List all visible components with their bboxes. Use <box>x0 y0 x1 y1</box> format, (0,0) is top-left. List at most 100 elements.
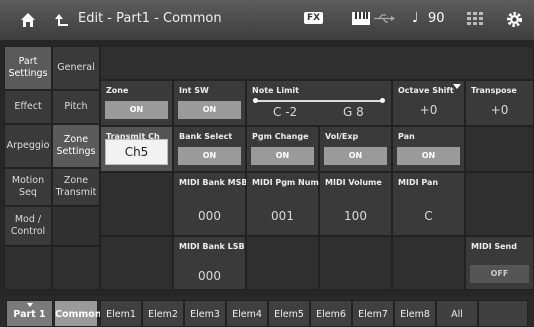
grid-empty <box>100 172 173 236</box>
elem-label: Elem2 <box>148 309 178 320</box>
tab-common[interactable]: Common <box>54 300 102 327</box>
note-limit-low[interactable]: C -2 <box>273 105 297 119</box>
param-label: MIDI Bank LSB <box>179 242 245 251</box>
elem-label: Elem7 <box>358 309 388 320</box>
tab-elem3[interactable]: Elem3 <box>184 300 226 327</box>
bank-select-param[interactable]: Bank Select ON <box>173 126 246 172</box>
gear-icon[interactable] <box>506 11 523 28</box>
octave-shift-param[interactable]: Octave Shift +0 <box>392 80 465 126</box>
midi-pgm-num-value[interactable]: 001 <box>247 205 318 227</box>
grid-empty <box>100 236 173 290</box>
param-label: Pgm Change <box>252 132 309 141</box>
note-limit-slider[interactable] <box>253 98 385 103</box>
int-sw-toggle[interactable]: ON <box>178 101 241 119</box>
elem-label: Elem4 <box>232 309 262 320</box>
param-label: Octave Shift <box>398 86 454 95</box>
tab-elem7[interactable]: Elem7 <box>352 300 394 327</box>
grid-empty <box>246 236 319 290</box>
note-limit-param[interactable]: Note Limit C -2 G 8 <box>246 80 392 126</box>
tab-elem4[interactable]: Elem4 <box>226 300 268 327</box>
part-label: Part 1 <box>13 309 46 320</box>
transpose-param[interactable]: Transpose +0 <box>465 80 534 126</box>
tab-empty <box>478 300 528 327</box>
param-label: MIDI Volume <box>325 178 382 187</box>
bank-select-toggle[interactable]: ON <box>178 147 241 165</box>
midi-pan-param[interactable]: MIDI Pan C <box>392 172 465 236</box>
top-bar: Edit - Part1 - Common FX ♩ 90 <box>0 0 534 40</box>
elem-label: All <box>451 309 463 320</box>
nav-empty <box>52 246 100 290</box>
tab-elem1[interactable]: Elem1 <box>100 300 142 327</box>
nav-empty <box>52 206 100 246</box>
note-limit-high[interactable]: G 8 <box>343 105 364 119</box>
tab-elem2[interactable]: Elem2 <box>142 300 184 327</box>
param-label: Pan <box>398 132 415 141</box>
param-label: MIDI Bank MSB <box>179 178 248 187</box>
tempo-value[interactable]: 90 <box>428 11 445 26</box>
grid-spacer <box>100 46 534 80</box>
fx-indicator[interactable]: FX <box>304 12 324 24</box>
grid-empty <box>465 126 534 172</box>
elem-label: Elem1 <box>106 309 136 320</box>
tab-elem8[interactable]: Elem8 <box>394 300 436 327</box>
midi-volume-param[interactable]: MIDI Volume 100 <box>319 172 392 236</box>
nav-effect[interactable]: Effect <box>4 90 52 124</box>
quick-access-grid-icon[interactable] <box>467 12 483 26</box>
pan-toggle[interactable]: ON <box>397 147 460 165</box>
param-label: Int SW <box>179 86 209 95</box>
tab-elem5[interactable]: Elem5 <box>268 300 310 327</box>
nav-general[interactable]: General <box>52 46 100 90</box>
midi-volume-value[interactable]: 100 <box>320 205 391 227</box>
home-icon[interactable] <box>19 11 37 29</box>
midi-bank-lsb-param[interactable]: MIDI Bank LSB 000 <box>173 236 246 290</box>
nav-pitch[interactable]: Pitch <box>52 90 100 124</box>
midi-bank-lsb-value[interactable]: 000 <box>174 265 245 287</box>
tab-all[interactable]: All <box>436 300 478 327</box>
transpose-value[interactable]: +0 <box>466 99 533 121</box>
octave-shift-value[interactable]: +0 <box>393 99 464 121</box>
keyboard-icon[interactable] <box>352 12 370 25</box>
nav-zone-settings[interactable]: Zone Settings <box>52 124 100 168</box>
nav-label: Zone Settings <box>56 134 96 157</box>
nav-arpeggio[interactable]: Arpeggio <box>4 124 52 168</box>
nav-motion-seq[interactable]: Motion Seq <box>4 168 52 206</box>
param-label: Zone <box>106 86 129 95</box>
vol-exp-param[interactable]: Vol/Exp ON <box>319 126 392 172</box>
midi-bank-msb-value[interactable]: 000 <box>174 205 245 227</box>
nav-empty <box>4 246 52 290</box>
screen-title: Edit - Part1 - Common <box>78 11 222 26</box>
zone-toggle[interactable]: ON <box>105 101 168 119</box>
midi-bank-msb-param[interactable]: MIDI Bank MSB 000 <box>173 172 248 236</box>
part-select-tab[interactable]: Part 1 <box>6 300 53 327</box>
nav-label: Pitch <box>64 101 88 112</box>
chevron-down-icon <box>453 84 461 89</box>
midi-send-toggle[interactable]: OFF <box>470 265 529 283</box>
parameter-grid: Zone ON Int SW ON Note Limit C -2 G 8 Oc… <box>100 46 534 290</box>
vol-exp-toggle[interactable]: ON <box>324 147 387 165</box>
back-icon[interactable] <box>54 12 70 28</box>
midi-pgm-num-param[interactable]: MIDI Pgm Num 001 <box>246 172 319 236</box>
elem-label: Elem6 <box>316 309 346 320</box>
nav-part-settings[interactable]: Part Settings <box>4 46 52 90</box>
param-label: Vol/Exp <box>325 132 359 141</box>
nav-label: General <box>57 62 95 73</box>
edit-screen: Edit - Part1 - Common FX ♩ 90 Part Setti… <box>0 0 534 327</box>
grid-empty <box>465 172 534 236</box>
nav-zone-transmit[interactable]: Zone Transmit <box>52 168 100 206</box>
nav-label: Motion Seq <box>11 175 45 198</box>
param-label: Transpose <box>471 86 517 95</box>
midi-send-param[interactable]: MIDI Send OFF <box>465 236 534 290</box>
param-label: Bank Select <box>179 132 233 141</box>
transmit-ch-value[interactable]: Ch5 <box>105 139 168 165</box>
nav-mod-control[interactable]: Mod / Control <box>4 206 52 246</box>
transmit-ch-param[interactable]: Transmit Ch Ch5 <box>100 126 173 172</box>
pgm-change-param[interactable]: Pgm Change ON <box>246 126 319 172</box>
tab-elem6[interactable]: Elem6 <box>310 300 352 327</box>
tempo-note-icon: ♩ <box>412 10 419 26</box>
zone-param[interactable]: Zone ON <box>100 80 173 126</box>
nav-label: Zone Transmit <box>55 175 97 198</box>
int-sw-param[interactable]: Int SW ON <box>173 80 246 126</box>
pan-param[interactable]: Pan ON <box>392 126 465 172</box>
pgm-change-toggle[interactable]: ON <box>251 147 314 165</box>
midi-pan-value[interactable]: C <box>393 205 464 227</box>
